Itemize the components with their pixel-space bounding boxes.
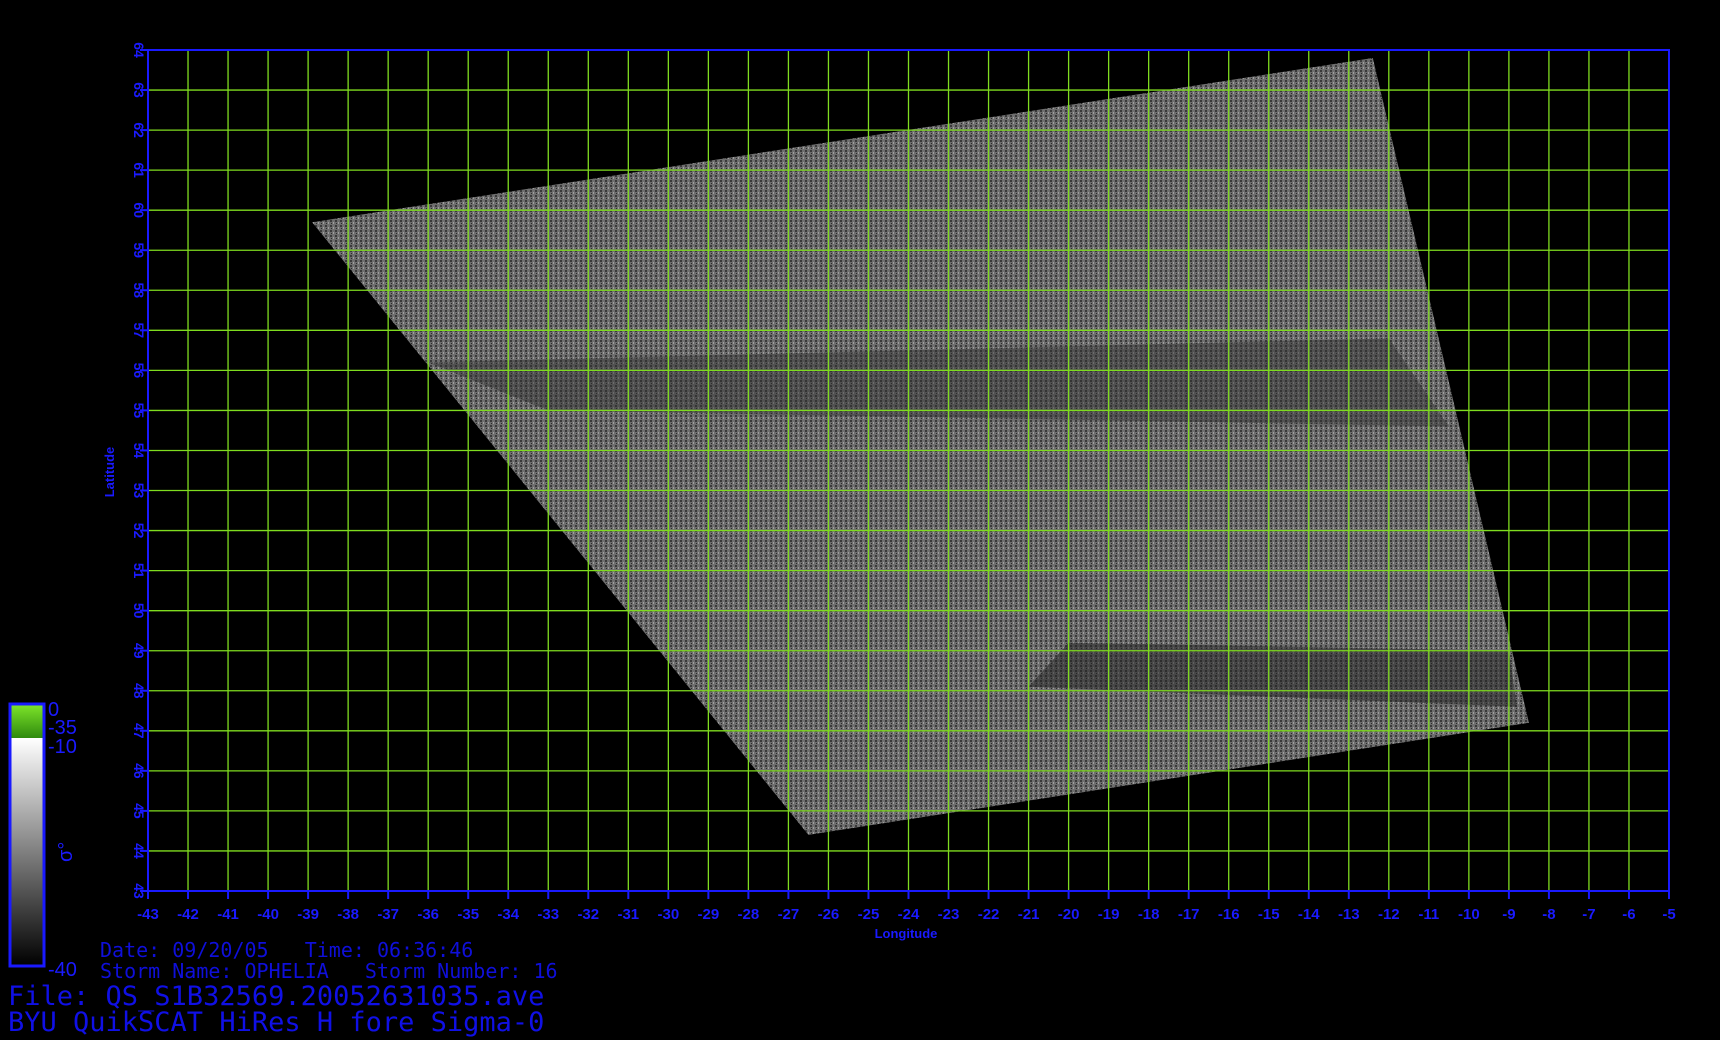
x-tick-label: -7 (1582, 906, 1595, 923)
y-tick-label: 52 (131, 523, 147, 539)
y-tick-label: 63 (131, 82, 147, 98)
x-tick-label: -42 (177, 906, 199, 923)
x-tick-label: -37 (377, 906, 399, 923)
x-tick-label: -31 (617, 906, 639, 923)
colorbar-label-bottom: -40 (48, 959, 77, 981)
x-tick-label: -19 (1098, 906, 1120, 923)
x-tick-label: -43 (137, 906, 159, 923)
x-tick-label: -36 (417, 906, 439, 923)
x-tick-label: -9 (1502, 906, 1515, 923)
x-tick-label: -28 (738, 906, 760, 923)
x-tick-label: -14 (1298, 906, 1320, 923)
x-tick-label: -12 (1378, 906, 1400, 923)
x-tick-label: -8 (1542, 906, 1555, 923)
colorbar-green-segment (10, 704, 44, 738)
x-tick-label: -24 (898, 906, 920, 923)
y-tick-label: 45 (131, 803, 147, 819)
x-tick-label: -17 (1178, 906, 1200, 923)
sigma0-colorbar: 0 -35 -10 -40 σ° (8, 699, 77, 981)
y-tick-label: 58 (131, 282, 147, 298)
y-tick-label: 64 (131, 42, 147, 58)
file-name-line: File: QS_S1B32569.20052631035.ave (8, 981, 545, 1012)
x-tick-label: -22 (978, 906, 1000, 923)
x-tick-label: -20 (1058, 906, 1080, 923)
y-tick-label: 50 (131, 603, 147, 619)
x-tick-label: -38 (337, 906, 359, 923)
x-tick-label: -34 (497, 906, 519, 923)
y-tick-label: 51 (131, 563, 147, 579)
map-figure: -43 -42 -41 -40 -39 -38 -37 -36 -35 -34 -33 -32 -31 -… (8, 42, 1676, 981)
y-tick-label: 47 (131, 723, 147, 739)
date-time-line: Date: 09/20/05 Time: 06:36:46 (100, 938, 474, 962)
y-tick-label: 55 (131, 403, 147, 419)
x-tick-label: -11 (1418, 906, 1439, 923)
y-tick-label: 62 (131, 122, 147, 138)
x-tick-label: -6 (1622, 906, 1635, 923)
x-tick-label: -30 (657, 906, 679, 923)
x-tick-label: -13 (1338, 906, 1360, 923)
y-tick-label: 57 (131, 323, 147, 339)
colorbar-symbol: σ° (55, 842, 77, 862)
y-tick-label: 56 (131, 363, 147, 379)
y-tick-label: 60 (131, 202, 147, 218)
x-tick-label: -18 (1138, 906, 1160, 923)
x-tick-label: -21 (1018, 906, 1040, 923)
y-tick-label: 61 (131, 162, 147, 178)
y-tick-label: 59 (131, 242, 147, 258)
storm-info-line: Storm Name: OPHELIA Storm Number: 16 (100, 959, 558, 983)
y-axis-label: Latitude (102, 447, 117, 498)
x-tick-label: -5 (1662, 906, 1675, 923)
y-tick-label: 53 (131, 483, 147, 499)
x-tick-label: -26 (818, 906, 840, 923)
radar-swath-image (312, 58, 1529, 835)
x-tick-label: -25 (858, 906, 880, 923)
x-tick-label: -27 (778, 906, 800, 923)
x-tick-label: -29 (698, 906, 720, 923)
colorbar-grey-segment (10, 738, 44, 966)
x-axis-label: Longitude (875, 926, 938, 941)
y-tick-label: 46 (131, 763, 147, 779)
y-tick-label: 48 (131, 683, 147, 699)
y-tick-label: 49 (131, 643, 147, 659)
x-tick-label: -15 (1258, 906, 1280, 923)
x-tick-label: -32 (577, 906, 599, 923)
x-tick-label: -33 (537, 906, 559, 923)
x-tick-label: -10 (1458, 906, 1480, 923)
x-tick-label: -41 (217, 906, 239, 923)
x-tick-label: -23 (938, 906, 960, 923)
y-tick-label: 44 (131, 843, 147, 859)
y-tick-label: 54 (131, 443, 147, 459)
colorbar-label-grey-top: -10 (48, 736, 77, 758)
x-tick-label: -40 (257, 906, 279, 923)
x-tick-label: -39 (297, 906, 319, 923)
x-tick-label: -35 (457, 906, 479, 923)
y-tick-label: 43 (131, 883, 147, 899)
swath-polygon (312, 58, 1529, 835)
x-tick-label: -16 (1218, 906, 1240, 923)
product-title-line: BYU QuikSCAT HiRes H fore Sigma-0 (8, 1007, 545, 1038)
